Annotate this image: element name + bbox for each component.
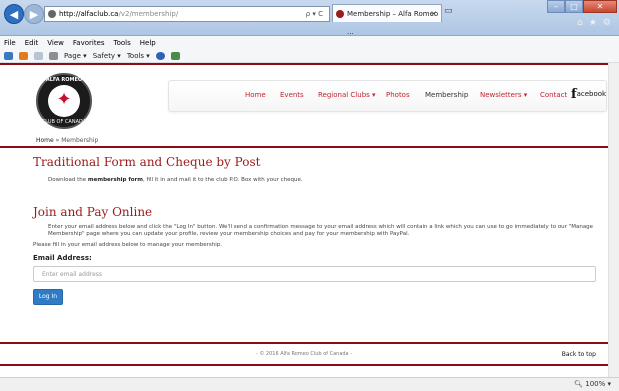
back-arrow-icon[interactable]: ◀ — [4, 4, 24, 24]
site-header: ALFA ROMEO ✦ CLUB OF CANADA Home Events … — [0, 63, 608, 148]
browser-titlebar: ◀ ▶ http://alfaclub.ca/v2/membership/ ρ … — [0, 0, 619, 36]
email-label: Email Address: — [33, 254, 92, 262]
nav-newsletters-label: Newsletters — [480, 91, 522, 99]
command-tools[interactable]: Tools ▾ — [127, 52, 150, 60]
nav-regional-clubs-label: Regional Clubs — [318, 91, 370, 99]
command-page[interactable]: Page ▾ — [64, 52, 87, 60]
chrome-icons: ⌂ ★ ⚙ — [577, 18, 611, 28]
research-icon[interactable] — [170, 51, 180, 60]
nav-facebook[interactable]: facebook — [571, 87, 606, 102]
section-text-online: Enter your email address below and click… — [48, 224, 594, 237]
mail-icon[interactable] — [34, 51, 43, 60]
address-path: /v2/membership/ — [118, 10, 179, 18]
status-bar: 🔍︎ 100% ▾ — [0, 377, 619, 391]
address-bar[interactable]: http://alfaclub.ca/v2/membership/ ρ ▾ C — [44, 6, 330, 22]
favorites-bar-icon[interactable] — [4, 51, 13, 60]
section-text-traditional: Download the membership form, fill it in… — [48, 177, 303, 183]
email-instructions: Please fill in your email address below … — [33, 242, 222, 248]
settings-gear-icon[interactable]: ⚙ — [603, 18, 611, 28]
logo-top-text: ALFA ROMEO — [45, 77, 83, 83]
browser-tab[interactable]: Membership – Alfa Romeo ... × — [332, 4, 442, 36]
text-before-link: Download the — [48, 177, 88, 183]
club-logo[interactable]: ALFA ROMEO ✦ CLUB OF CANADA — [36, 73, 92, 129]
menu-view[interactable]: View — [47, 39, 64, 47]
menu-favorites[interactable]: Favorites — [73, 39, 105, 47]
zoom-level[interactable]: 🔍︎ 100% ▾ — [574, 380, 611, 388]
breadcrumb-current: Membership — [61, 137, 99, 144]
chevron-down-icon: ▾ — [372, 91, 376, 99]
nav-contact[interactable]: Contact — [540, 91, 567, 99]
site-footer: - © 2016 Alfa Romeo Club of Canada - Bac… — [0, 342, 608, 366]
nav-photos[interactable]: Photos — [386, 91, 410, 99]
breadcrumb-separator: » — [55, 137, 60, 144]
footer-copyright: - © 2016 Alfa Romeo Club of Canada - — [255, 351, 353, 357]
favorites-star-icon[interactable]: ★ — [589, 18, 597, 28]
chevron-down-icon: ▾ — [523, 91, 528, 99]
window-controls: – □ ✕ — [547, 0, 617, 14]
close-window-icon[interactable]: ✕ — [583, 0, 617, 13]
zoom-value: 100% — [585, 380, 606, 388]
forward-arrow-icon[interactable]: ▶ — [24, 4, 44, 24]
facebook-rest: acebook — [576, 90, 607, 98]
menu-tools[interactable]: Tools — [114, 39, 131, 47]
breadcrumb-home[interactable]: Home — [36, 137, 54, 144]
tab-title: Membership – Alfa Romeo ... — [347, 10, 439, 36]
home-icon[interactable]: ⌂ — [577, 18, 583, 28]
command-safety[interactable]: Safety ▾ — [93, 52, 121, 60]
magnifier-icon: 🔍︎ — [574, 380, 583, 388]
command-bar: Page ▾ Safety ▾ Tools ▾ — [0, 49, 619, 63]
section-heading-online: Join and Pay Online — [33, 205, 153, 219]
nav-regional-clubs[interactable]: Regional Clubs ▾ — [318, 91, 376, 99]
back-to-top-link[interactable]: Back to top — [562, 351, 596, 358]
web-page: ALFA ROMEO ✦ CLUB OF CANADA Home Events … — [0, 63, 608, 377]
vertical-scrollbar[interactable] — [608, 63, 619, 377]
menu-help[interactable]: Help — [140, 39, 156, 47]
menu-edit[interactable]: Edit — [25, 39, 39, 47]
nav-events[interactable]: Events — [280, 91, 304, 99]
menu-file[interactable]: File — [4, 39, 16, 47]
nav-membership[interactable]: Membership — [425, 91, 468, 99]
feeds-icon[interactable] — [19, 51, 28, 60]
membership-form-link[interactable]: membership form — [88, 177, 143, 183]
help-icon[interactable] — [155, 51, 165, 60]
logo-bottom-text: CLUB OF CANADA — [41, 119, 87, 125]
maximize-icon[interactable]: □ — [565, 0, 583, 13]
nav-home[interactable]: Home — [245, 91, 266, 99]
login-button[interactable]: Log In — [33, 289, 63, 305]
site-favicon-icon — [48, 10, 56, 18]
breadcrumb: Home » Membership — [36, 137, 98, 144]
nav-newsletters[interactable]: Newsletters ▾ — [480, 91, 527, 99]
tab-favicon-icon — [336, 10, 344, 18]
address-search-refresh-icons[interactable]: ρ ▾ C — [306, 7, 323, 21]
new-tab-icon[interactable]: ▭ — [444, 6, 458, 20]
tab-close-icon[interactable]: × — [430, 5, 437, 23]
minimize-icon[interactable]: – — [547, 0, 565, 13]
main-nav: Home Events Regional Clubs ▾ Photos Memb… — [168, 80, 607, 112]
menu-bar: File Edit View Favorites Tools Help — [0, 36, 619, 49]
address-host: http://alfaclub.ca — [59, 10, 119, 18]
maple-leaf-icon: ✦ — [56, 89, 72, 110]
print-icon[interactable] — [49, 51, 58, 60]
email-input[interactable] — [33, 266, 596, 282]
section-heading-traditional: Traditional Form and Cheque by Post — [33, 155, 261, 169]
text-after-link: , fill it in and mail it to the club P.O… — [143, 177, 303, 183]
logo-emblem: ✦ — [48, 85, 80, 117]
